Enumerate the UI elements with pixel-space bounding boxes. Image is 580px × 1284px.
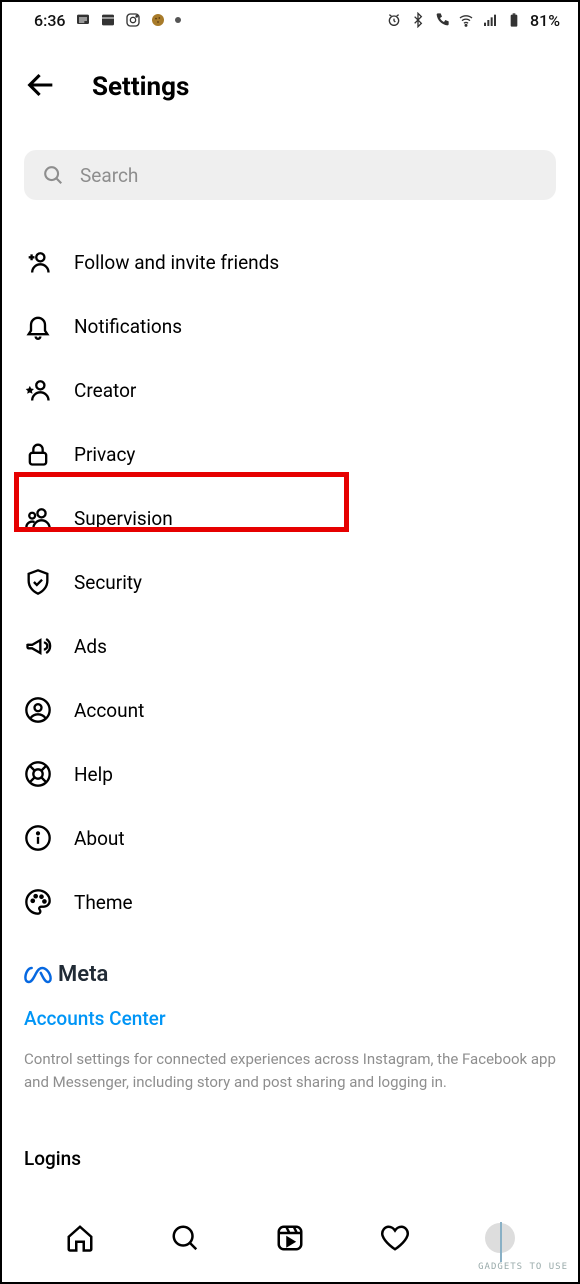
home-icon [65, 1223, 95, 1253]
menu-label: Ads [74, 635, 107, 658]
status-left: 6:36 [34, 11, 181, 30]
menu-label: Help [74, 763, 113, 786]
back-arrow-icon [24, 68, 58, 102]
calendar-status-icon [100, 12, 116, 28]
wifi-icon [458, 12, 474, 28]
menu-label: Security [74, 571, 142, 594]
logins-section-heading: Logins [2, 1147, 578, 1170]
search-icon [42, 164, 64, 186]
people-icon [24, 504, 52, 532]
battery-percent: 81% [530, 11, 560, 30]
menu-item-privacy[interactable]: Privacy [2, 422, 578, 486]
nav-home[interactable] [63, 1221, 97, 1255]
palette-icon [24, 888, 52, 916]
call-icon [434, 12, 450, 28]
header: Settings [2, 34, 578, 106]
menu-label: Creator [74, 379, 136, 402]
info-icon [24, 824, 52, 852]
menu-item-theme[interactable]: Theme [2, 870, 578, 934]
account-circle-icon [24, 696, 52, 724]
more-dot-icon [175, 17, 181, 23]
signal-icon [482, 12, 498, 28]
nav-activity[interactable] [378, 1221, 412, 1255]
shield-icon [24, 568, 52, 596]
menu-label: Follow and invite friends [74, 251, 279, 274]
watermark-bar [500, 1222, 502, 1262]
menu-item-ads[interactable]: Ads [2, 614, 578, 678]
meta-logo-icon [24, 965, 52, 985]
cookie-status-icon [150, 12, 166, 28]
watermark-text: GADGETS TO USE [478, 1262, 568, 1272]
menu-label: Notifications [74, 315, 182, 338]
menu-item-supervision[interactable]: Supervision [2, 486, 578, 550]
menu-item-security[interactable]: Security [2, 550, 578, 614]
search-nav-icon [170, 1223, 200, 1253]
alarm-icon [386, 12, 402, 28]
menu-item-account[interactable]: Account [2, 678, 578, 742]
menu-item-about[interactable]: About [2, 806, 578, 870]
menu-label: About [74, 827, 125, 850]
add-user-icon [24, 248, 52, 276]
status-bar: 6:36 81% [2, 2, 578, 34]
meta-brand: Meta [24, 962, 556, 987]
menu-label: Privacy [74, 443, 135, 466]
menu-label: Supervision [74, 507, 173, 530]
instagram-status-icon [125, 12, 141, 28]
bell-icon [24, 312, 52, 340]
settings-menu: Follow and invite friends Notifications … [2, 230, 578, 934]
menu-item-creator[interactable]: Creator [2, 358, 578, 422]
battery-icon [506, 12, 522, 28]
star-user-icon [24, 376, 52, 404]
menu-item-notifications[interactable]: Notifications [2, 294, 578, 358]
bottom-nav [2, 1206, 578, 1270]
search-input[interactable]: Search [24, 150, 556, 200]
page-title: Settings [92, 72, 189, 102]
heart-icon [380, 1223, 410, 1253]
menu-label: Theme [74, 891, 133, 914]
status-right: 81% [386, 11, 560, 30]
menu-item-help[interactable]: Help [2, 742, 578, 806]
search-placeholder: Search [80, 164, 138, 187]
nav-search[interactable] [168, 1221, 202, 1255]
nav-reels[interactable] [273, 1221, 307, 1255]
status-time: 6:36 [34, 11, 66, 30]
menu-item-follow-invite[interactable]: Follow and invite friends [2, 230, 578, 294]
accounts-center-description: Control settings for connected experienc… [24, 1048, 556, 1093]
meta-brand-text: Meta [58, 962, 108, 987]
reels-icon [275, 1223, 305, 1253]
lifebuoy-icon [24, 760, 52, 788]
accounts-center-link[interactable]: Accounts Center [24, 1007, 166, 1030]
back-button[interactable] [24, 68, 58, 106]
lock-icon [24, 440, 52, 468]
megaphone-icon [24, 632, 52, 660]
menu-label: Account [74, 699, 144, 722]
bluetooth-icon [410, 12, 426, 28]
message-status-icon [75, 12, 91, 28]
meta-footer-section: Meta Accounts Center Control settings fo… [2, 962, 578, 1093]
